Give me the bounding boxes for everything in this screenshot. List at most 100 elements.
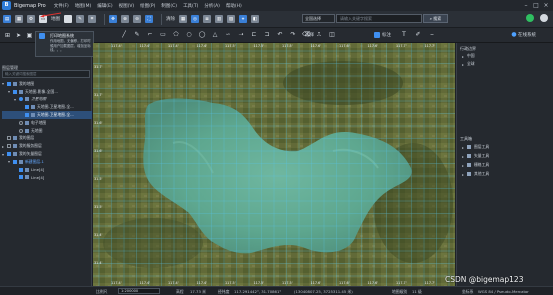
tree-row[interactable]: ▾ 天地图-影像-全国...	[2, 88, 92, 96]
search-input[interactable]: 请输入关键字搜索	[336, 14, 422, 23]
tree-row[interactable]: ▾ 我的地图	[2, 80, 92, 88]
chart-icon[interactable]: ▨	[227, 15, 235, 23]
zoom-in-icon[interactable]: ⊕	[121, 15, 129, 23]
checkbox[interactable]	[13, 89, 17, 94]
menu-item[interactable]: 文件(F)	[54, 3, 69, 9]
tree-row[interactable]: ▾ 我的矢量图层	[2, 150, 92, 158]
province-select[interactable]: 全国选择	[302, 14, 335, 23]
undo-icon[interactable]: ↶	[276, 31, 284, 39]
settings-icon[interactable]: ⚙	[27, 15, 35, 23]
menu-item[interactable]: 制图(C)	[161, 3, 177, 9]
tool-icon	[467, 172, 471, 176]
tree-row[interactable]: 无地图	[2, 127, 92, 135]
minimize-icon[interactable]: –	[521, 1, 531, 10]
print-popup[interactable]: 打印地图系统 作用地图，无偏移，打印时候用户加载图层，增加坐标线。。。	[35, 31, 94, 57]
globe-icon[interactable]: ◎	[191, 15, 199, 23]
tree-row[interactable]: ▸ 我的服务图层	[2, 142, 92, 150]
tree-row[interactable]: 我的图层	[2, 135, 92, 143]
zoom-out-icon[interactable]: ⊖	[133, 15, 141, 23]
overlay-icon[interactable]: ◧	[251, 15, 259, 23]
tree-row[interactable]: 天地图-卫星地图-全...	[2, 103, 92, 111]
polyline-icon[interactable]: ⌐	[146, 31, 154, 39]
radio-button[interactable]	[19, 128, 23, 133]
menu-item[interactable]: 分析(A)	[204, 3, 220, 9]
polygon-icon[interactable]: ⬠	[172, 31, 180, 39]
paint-icon[interactable]: ✎	[76, 15, 84, 23]
menu-item[interactable]: 编辑(E)	[97, 3, 112, 9]
text-icon[interactable]: T	[400, 31, 408, 39]
layer-search-input[interactable]: 输入关键词搜索图层	[2, 70, 90, 78]
online-system-label[interactable]: 在线系统	[518, 32, 536, 38]
right-panel-item[interactable]: ▸ 矢量工具	[462, 153, 489, 159]
tree-row[interactable]: Line[4]	[2, 174, 92, 182]
triangle-icon[interactable]: △	[211, 31, 219, 39]
checkbox[interactable]	[19, 167, 23, 172]
marker-label[interactable]: 标注	[382, 32, 391, 38]
tree-row[interactable]: ▾ 新建图层-1	[2, 158, 92, 166]
tree-row[interactable]: 天地图-卫星地图-全...	[2, 111, 92, 119]
edit-icon[interactable]: ✐	[414, 31, 422, 39]
split-icon[interactable]: ⊏	[250, 31, 258, 39]
checkbox[interactable]	[13, 159, 17, 164]
marker-icon[interactable]	[374, 32, 380, 38]
line-tool-icon[interactable]: ╱	[120, 31, 128, 39]
ruler-icon[interactable]: ⎯	[428, 31, 436, 39]
fullscreen-icon[interactable]: ⛶	[145, 15, 153, 23]
checkbox[interactable]	[7, 144, 11, 149]
checkbox[interactable]	[7, 152, 11, 157]
pan-icon[interactable]: ✥	[109, 15, 117, 23]
online-icon[interactable]: ●	[510, 31, 518, 39]
location-icon[interactable]: ⌖	[239, 15, 247, 23]
cursor-icon[interactable]: ➤	[15, 32, 22, 39]
layer-add-icon[interactable]: ⊞	[4, 32, 11, 39]
map-canvas[interactable]: 117.4' 117.4' 117.4' 117.4' 117.5' 117.5' 117.…	[93, 43, 455, 286]
measure-icon[interactable]: ⎍	[315, 31, 323, 39]
eraser-icon[interactable]: ◫	[328, 31, 336, 39]
right-panel-item[interactable]: ▸ 中国	[462, 53, 475, 59]
scale-select[interactable]: 1:200000	[118, 288, 160, 294]
redo-icon[interactable]: ↷	[289, 31, 297, 39]
checkbox[interactable]	[19, 175, 23, 180]
folder-icon[interactable]: ▣	[26, 32, 33, 39]
maximize-icon[interactable]: □	[531, 1, 541, 10]
right-panel-item[interactable]: ▸ 栅格工具	[462, 162, 489, 168]
close-icon[interactable]: ×	[541, 1, 551, 10]
radio-button[interactable]	[19, 97, 23, 102]
rectangle-icon[interactable]: ▭	[159, 31, 167, 39]
white-square-icon[interactable]	[64, 15, 72, 23]
menu-item[interactable]: 帮助(H)	[226, 3, 242, 9]
checkbox[interactable]	[25, 105, 29, 110]
menu-item[interactable]: 绘图(P)	[140, 3, 155, 9]
arrow-icon[interactable]: ➝	[237, 31, 245, 39]
table-icon[interactable]: ▥	[215, 15, 223, 23]
user-icon[interactable]	[540, 14, 548, 22]
right-panel-item[interactable]: ▸ 图层工具	[462, 144, 489, 150]
radio-button[interactable]	[19, 120, 23, 125]
vector-icon[interactable]: ⌗	[88, 15, 96, 23]
right-panel-item[interactable]: ▸ 其他工具	[462, 171, 489, 177]
ellipse-icon[interactable]: ◯	[198, 31, 206, 39]
checkbox[interactable]	[7, 136, 11, 141]
layers-icon[interactable]: ≣	[203, 15, 211, 23]
clear-label[interactable]: 清除	[166, 16, 175, 22]
tree-row[interactable]: Line[4]	[2, 166, 92, 174]
menu-item[interactable]: 地图(M)	[75, 3, 91, 9]
sync-icon[interactable]	[526, 14, 534, 22]
save-icon[interactable]: ▦	[15, 15, 23, 23]
pen-tool-icon[interactable]: ✎	[133, 31, 141, 39]
tree-row[interactable]: 电子地图	[2, 119, 92, 127]
app-logo: B	[2, 1, 11, 10]
right-panel-item[interactable]: ▸ 全球	[462, 61, 475, 67]
curve-icon[interactable]: ∽	[224, 31, 232, 39]
tree-row[interactable]: ▾ 卫星地图	[2, 96, 92, 104]
search-button[interactable]: ⌕ 搜索	[423, 14, 448, 23]
menu-item[interactable]: 工具(T)	[183, 3, 198, 9]
merge-icon[interactable]: ⊐	[263, 31, 271, 39]
checkbox[interactable]	[25, 113, 29, 118]
select-label[interactable]: 选择	[305, 32, 314, 38]
menu-item[interactable]: 视图(V)	[119, 3, 135, 9]
open-file-icon[interactable]: ▤	[3, 15, 11, 23]
checkbox[interactable]	[7, 81, 11, 86]
grid-icon[interactable]: ▦	[179, 15, 187, 23]
circle-icon[interactable]: ○	[185, 31, 193, 39]
